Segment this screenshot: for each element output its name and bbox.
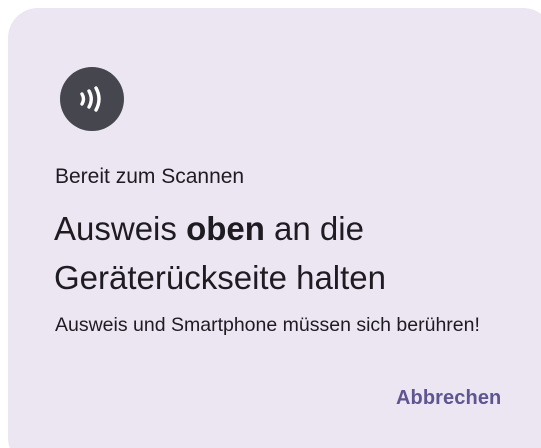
headline-text-start: Ausweis	[54, 210, 187, 247]
nfc-contactless-icon	[80, 86, 101, 112]
cancel-button[interactable]: Abbrechen	[390, 380, 507, 416]
scan-status-label: Bereit zum Scannen	[55, 165, 245, 188]
dialog-hint: Ausweis und Smartphone müssen sich berüh…	[55, 314, 480, 336]
headline-emphasis: oben	[186, 210, 265, 247]
dialog-headline: Ausweis oben an die Geräterückseite halt…	[54, 204, 524, 302]
nfc-scan-sheet: Bereit zum Scannen Ausweis oben an die G…	[8, 8, 541, 448]
nfc-icon-badge	[60, 67, 124, 131]
